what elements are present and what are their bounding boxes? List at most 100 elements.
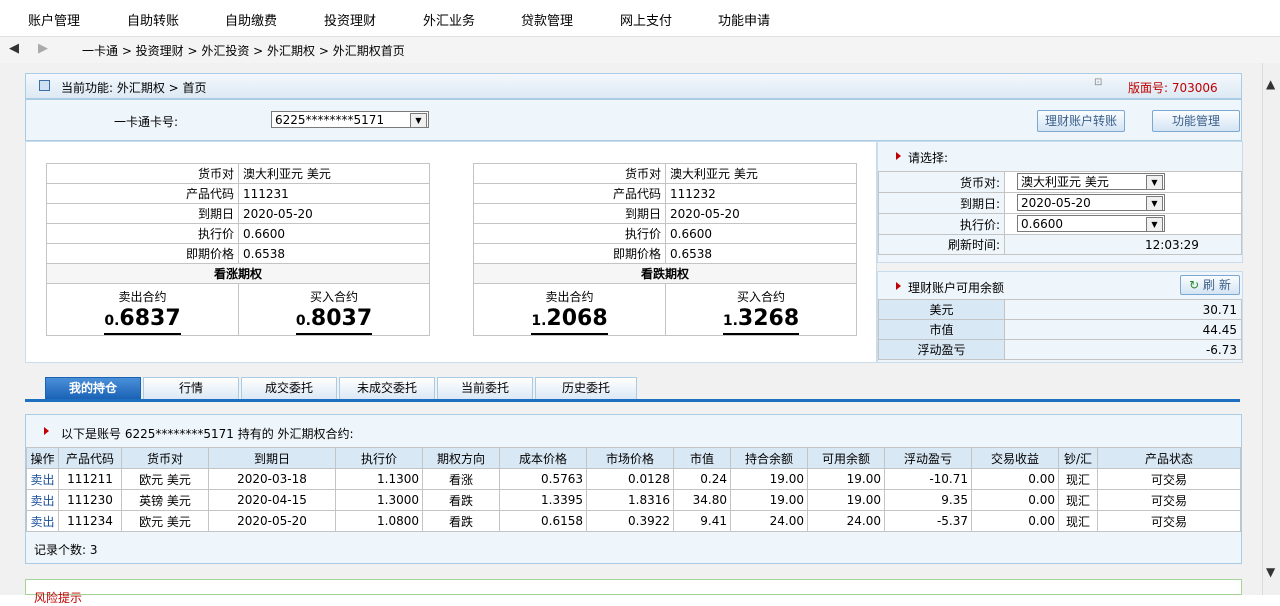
- refresh-button[interactable]: ↻ 刷 新: [1180, 275, 1240, 295]
- table-cell: 1.1300: [335, 468, 423, 490]
- tab-unfilled-orders[interactable]: 未成交委托: [339, 377, 435, 399]
- strike-value: 0.6600: [665, 223, 857, 244]
- back-arrow-icon[interactable]: ◀: [9, 41, 19, 56]
- table-cell: 1.3395: [499, 489, 587, 511]
- code-value: 111231: [238, 183, 430, 204]
- table-cell: 0.00: [971, 489, 1059, 511]
- function-header: 当前功能: 外汇期权 > 首页 ⊡ 版面号: 703006: [25, 73, 1242, 99]
- expiry-select[interactable]: 2020-05-20 ▼: [1017, 194, 1165, 211]
- nav-loan[interactable]: 贷款管理: [521, 10, 573, 29]
- column-header: 钞/汇: [1058, 447, 1098, 469]
- selector-title: 请选择:: [908, 151, 949, 165]
- arrow-right-icon: [896, 282, 901, 290]
- buy-int: 1.: [722, 313, 738, 329]
- option-type: 看涨期权: [46, 263, 430, 284]
- manage-button[interactable]: 功能管理: [1152, 110, 1240, 132]
- nav-invest[interactable]: 投资理财: [324, 10, 376, 29]
- nav-transfer[interactable]: 自助转账: [127, 10, 179, 29]
- sell-label: 卖出合约: [545, 290, 594, 304]
- nav-forex[interactable]: 外汇业务: [423, 10, 475, 29]
- column-header: 交易收益: [971, 447, 1059, 469]
- table-cell: -10.71: [884, 468, 972, 490]
- column-header: 产品状态: [1097, 447, 1241, 469]
- table-cell: 0.0128: [586, 468, 674, 490]
- vertical-scrollbar[interactable]: ▲ ▼: [1262, 63, 1280, 595]
- table-cell: 1.8316: [586, 489, 674, 511]
- forward-arrow-icon[interactable]: ▶: [38, 41, 48, 56]
- table-header: 操作 产品代码 货币对 到期日 执行价 期权方向 成本价格 市场价格 市值 持合…: [26, 447, 1241, 469]
- strike-select[interactable]: 0.6600 ▼: [1017, 215, 1165, 232]
- column-header: 期权方向: [422, 447, 500, 469]
- pnl-value: -6.73: [1004, 339, 1242, 360]
- tab-current-orders[interactable]: 当前委托: [437, 377, 533, 399]
- table-cell: 19.00: [730, 468, 808, 490]
- buy-price: 8037: [310, 306, 373, 331]
- transfer-button[interactable]: 理财账户转账: [1037, 110, 1125, 132]
- market-value-label: 市值: [878, 319, 1005, 340]
- table-row: 卖出 111234 欧元 美元 2020-05-20 1.0800 看跌 0.6…: [26, 510, 1241, 532]
- code-label: 产品代码: [473, 183, 666, 204]
- put-option-table: 货币对 澳大利亚元 美元 产品代码 111232 到期日 2020-05-20 执行价…: [473, 163, 857, 336]
- card-row: 一卡通卡号: 6225********5171 ▼ 理财账户转账 功能管理: [25, 99, 1242, 141]
- expiry-value: 2020-05-20: [238, 203, 430, 224]
- option-type: 看跌期权: [473, 263, 857, 284]
- pair-value: 澳大利亚元 美元: [665, 163, 857, 184]
- table-cell: 可交易: [1097, 489, 1241, 511]
- table-row: 卖出 111230 英镑 美元 2020-04-15 1.3000 看跌 1.3…: [26, 489, 1241, 511]
- table-cell: 可交易: [1097, 510, 1241, 532]
- call-sell-quote[interactable]: 卖出合约 0.6837: [46, 283, 239, 336]
- chevron-down-icon: ▼: [1146, 217, 1163, 232]
- nav-payment[interactable]: 自助缴费: [225, 10, 277, 29]
- put-buy-quote[interactable]: 买入合约 1.3268: [665, 283, 857, 336]
- balance-table: 美元 30.71 市值 44.45 浮动盈亏 -6.73: [878, 299, 1242, 360]
- pair-label: 货币对: [473, 163, 666, 184]
- tab-quotes[interactable]: 行情: [143, 377, 239, 399]
- tab-holdings[interactable]: 我的持仓: [45, 377, 141, 399]
- table-cell: 19.00: [807, 468, 885, 490]
- sell-link[interactable]: 卖出: [26, 489, 59, 511]
- column-header: 成本价格: [499, 447, 587, 469]
- nav-apply[interactable]: 功能申请: [718, 10, 770, 29]
- table-cell: 1.3000: [335, 489, 423, 511]
- card-select[interactable]: 6225********5171 ▼: [271, 111, 429, 128]
- table-cell: 1.0800: [335, 510, 423, 532]
- table-cell: 111230: [58, 489, 122, 511]
- table-cell: 9.41: [673, 510, 731, 532]
- put-sell-quote[interactable]: 卖出合约 1.2068: [473, 283, 666, 336]
- refresh-icon: ↻: [1189, 278, 1200, 292]
- strike-select-value: 0.6600: [1021, 217, 1063, 231]
- table-cell: 0.5763: [499, 468, 587, 490]
- column-header: 浮动盈亏: [884, 447, 972, 469]
- balance-title: 理财账户可用余额: [908, 281, 1005, 295]
- pair-select[interactable]: 澳大利亚元 美元 ▼: [1017, 173, 1165, 190]
- chevron-down-icon: ▼: [1146, 196, 1163, 211]
- sell-link[interactable]: 卖出: [26, 510, 59, 532]
- refresh-time: 12:03:29: [1004, 234, 1242, 255]
- pnl-label: 浮动盈亏: [878, 339, 1005, 360]
- tab-history-orders[interactable]: 历史委托: [535, 377, 637, 399]
- table-cell: 111234: [58, 510, 122, 532]
- scroll-up-icon[interactable]: ▲: [1266, 77, 1275, 91]
- table-cell: 0.3922: [586, 510, 674, 532]
- menu-square-icon: [39, 80, 50, 91]
- buy-label: 买入合约: [309, 290, 358, 304]
- scroll-down-icon[interactable]: ▼: [1266, 565, 1275, 579]
- table-cell: 2020-03-18: [208, 468, 336, 490]
- sell-price: 2068: [546, 306, 608, 331]
- table-cell: 24.00: [807, 510, 885, 532]
- sell-link[interactable]: 卖出: [26, 468, 59, 490]
- nav-account[interactable]: 账户管理: [28, 10, 80, 29]
- table-cell: 2020-05-20: [208, 510, 336, 532]
- table-cell: 看涨: [422, 468, 500, 490]
- balance-value: 30.71: [1004, 299, 1242, 320]
- table-cell: 19.00: [807, 489, 885, 511]
- nav-online-pay[interactable]: 网上支付: [620, 10, 672, 29]
- call-buy-quote[interactable]: 买入合约 0.8037: [238, 283, 430, 336]
- top-navigation: 账户管理 自助转账 自助缴费 投资理财 外汇业务 贷款管理 网上支付 功能申请: [0, 0, 1280, 37]
- toggle-icon[interactable]: ⊡: [1094, 77, 1102, 88]
- tab-filled-orders[interactable]: 成交委托: [241, 377, 337, 399]
- arrow-right-icon: [896, 152, 901, 160]
- arrow-right-icon: [44, 427, 49, 435]
- spot-value: 0.6538: [665, 243, 857, 264]
- refresh-button-label: 刷 新: [1203, 278, 1231, 292]
